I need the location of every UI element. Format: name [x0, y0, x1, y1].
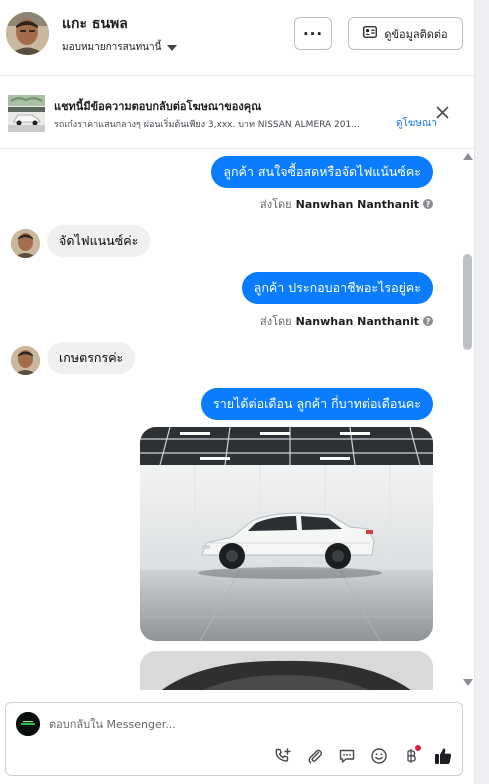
chat-bubble-icon[interactable] — [336, 745, 357, 766]
page-avatar — [16, 712, 40, 736]
sender-name: Nanwhan Nanthanit — [295, 197, 419, 211]
scroll-up-arrow[interactable] — [463, 153, 473, 160]
ad-banner-title: แชทนี้มีข้อความตอบกลับต่อโฆษณาของคุณ — [54, 100, 262, 113]
sent-by-label: ส่งโดย Nanwhan Nanthanit ? — [260, 312, 433, 330]
car-photo-attachment[interactable] — [140, 427, 433, 641]
conversation-header: แกะ ธนพล มอบหมายการสนทนานี้ ··· ดูข้อมูล… — [0, 0, 474, 76]
ad-reply-banner: แชทนี้มีข้อความตอบกลับต่อโฆษณาของคุณ รถเ… — [0, 77, 474, 149]
contact-avatar-small[interactable] — [11, 346, 40, 375]
assign-label: มอบหมายการสนทนานี้ — [62, 42, 162, 53]
sent-by-prefix: ส่งโดย — [260, 198, 292, 211]
outgoing-message[interactable]: ลูกค้า สนใจซื้อสดหรือจัดไฟแน้นซ์คะ — [211, 156, 433, 188]
incoming-message[interactable]: เกษตรกรค่ะ — [47, 342, 136, 374]
thumbs-up-icon[interactable] — [432, 745, 453, 766]
sender-name: Nanwhan Nanthanit — [295, 314, 419, 328]
question-icon[interactable]: ? — [423, 316, 433, 326]
sent-by-prefix: ส่งโดย — [260, 315, 292, 328]
view-contact-info-button[interactable]: ดูข้อมูลติดต่อ — [348, 17, 463, 50]
contact-card-icon — [363, 26, 378, 41]
smiley-icon[interactable] — [368, 745, 389, 766]
contact-avatar[interactable] — [6, 12, 49, 55]
baht-icon[interactable] — [400, 745, 421, 766]
view-ad-link[interactable]: ดูโฆษณา — [396, 116, 437, 131]
scroll-down-arrow[interactable] — [463, 679, 473, 686]
contact-name[interactable]: แกะ ธนพล — [62, 13, 128, 35]
outgoing-message[interactable]: รายได้ต่อเดือน ลูกค้า กี่บาทต่อเดือนคะ — [201, 388, 433, 420]
outgoing-message[interactable]: ลูกค้า ประกอบอาชีพอะไรอยู่คะ — [241, 272, 433, 304]
incoming-message[interactable]: จัดไฟแนนซ์ค่ะ — [47, 225, 151, 257]
reply-input[interactable] — [49, 714, 409, 734]
ad-thumbnail — [8, 95, 45, 132]
message-thread[interactable]: ลูกค้า สนใจซื้อสดหรือจัดไฟแน้นซ์คะ ส่งโด… — [0, 150, 474, 690]
reply-composer — [5, 702, 463, 776]
scrollbar-thumb[interactable] — [463, 254, 472, 350]
more-options-button[interactable]: ··· — [294, 17, 332, 50]
paperclip-icon[interactable] — [304, 745, 325, 766]
composer-toolbar — [272, 745, 453, 766]
car-interior-photo-attachment[interactable] — [140, 651, 433, 690]
right-rail — [474, 0, 489, 784]
view-contact-info-label: ดูข้อมูลติดต่อ — [384, 27, 448, 41]
ad-description: รถเก๋งราคาแสนกลางๆ ผ่อนเริ่มต้นเพียง 3,x… — [54, 120, 360, 130]
close-icon[interactable] — [436, 104, 449, 123]
assign-conversation-dropdown[interactable]: มอบหมายการสนทนานี้ — [62, 40, 178, 55]
contact-avatar-small[interactable] — [11, 229, 40, 258]
caret-down-icon — [167, 44, 178, 51]
question-icon[interactable]: ? — [423, 199, 433, 209]
notification-dot — [415, 745, 421, 751]
phone-plus-icon[interactable] — [272, 745, 293, 766]
sent-by-label: ส่งโดย Nanwhan Nanthanit ? — [260, 195, 433, 213]
